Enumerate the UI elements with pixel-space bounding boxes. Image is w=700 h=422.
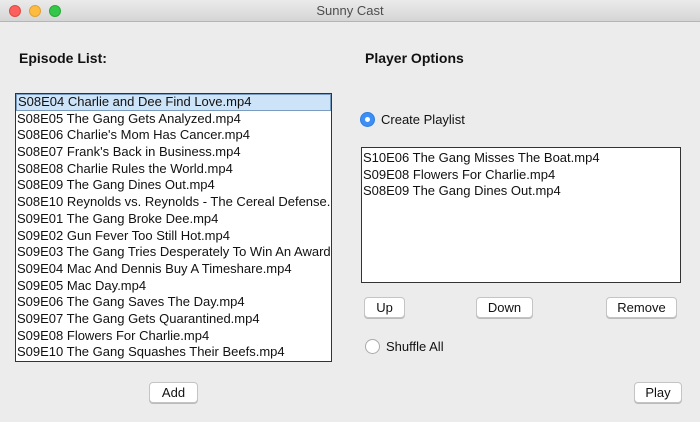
list-item[interactable]: S10E06 The Gang Misses The Boat.mp4 — [362, 150, 680, 167]
shuffle-all-label: Shuffle All — [386, 339, 444, 354]
list-item[interactable]: S09E04 Mac And Dennis Buy A Timeshare.mp… — [16, 261, 331, 278]
list-item[interactable]: S09E02 Gun Fever Too Still Hot.mp4 — [16, 228, 331, 245]
list-item[interactable]: S09E08 Flowers For Charlie.mp4 — [362, 167, 680, 184]
list-item[interactable]: S09E08 Flowers For Charlie.mp4 — [16, 328, 331, 345]
up-button[interactable]: Up — [364, 297, 405, 318]
down-button[interactable]: Down — [476, 297, 533, 318]
list-item[interactable]: S09E03 The Gang Tries Desperately To Win… — [16, 244, 331, 261]
add-button[interactable]: Add — [149, 382, 198, 403]
create-playlist-radio[interactable]: Create Playlist — [360, 112, 465, 127]
list-item[interactable]: S08E04 Charlie and Dee Find Love.mp4 — [16, 94, 331, 111]
radio-selected-icon — [360, 112, 375, 127]
title-bar: Sunny Cast — [0, 0, 700, 22]
list-item[interactable]: S08E09 The Gang Dines Out.mp4 — [362, 183, 680, 200]
zoom-button[interactable] — [49, 5, 61, 17]
list-item[interactable]: S08E08 Charlie Rules the World.mp4 — [16, 161, 331, 178]
list-item[interactable]: S09E07 The Gang Gets Quarantined.mp4 — [16, 311, 331, 328]
list-item[interactable]: S09E10 The Gang Squashes Their Beefs.mp4 — [16, 344, 331, 361]
close-button[interactable] — [9, 5, 21, 17]
shuffle-all-radio[interactable]: Shuffle All — [365, 339, 444, 354]
minimize-button[interactable] — [29, 5, 41, 17]
list-item[interactable]: S08E05 The Gang Gets Analyzed.mp4 — [16, 111, 331, 128]
list-item[interactable]: S09E05 Mac Day.mp4 — [16, 278, 331, 295]
list-item[interactable]: S09E06 The Gang Saves The Day.mp4 — [16, 294, 331, 311]
list-item[interactable]: S08E10 Reynolds vs. Reynolds - The Cerea… — [16, 194, 331, 211]
radio-unselected-icon — [365, 339, 380, 354]
player-options-heading: Player Options — [365, 50, 464, 66]
play-button[interactable]: Play — [634, 382, 682, 403]
list-item[interactable]: S08E09 The Gang Dines Out.mp4 — [16, 177, 331, 194]
playlist-list[interactable]: S10E06 The Gang Misses The Boat.mp4 S09E0… — [361, 147, 681, 283]
list-item[interactable]: S08E06 Charlie's Mom Has Cancer.mp4 — [16, 127, 331, 144]
window-title: Sunny Cast — [316, 3, 384, 18]
list-item[interactable]: S08E07 Frank's Back in Business.mp4 — [16, 144, 331, 161]
episode-list-heading: Episode List: — [19, 50, 107, 66]
episode-list[interactable]: S08E04 Charlie and Dee Find Love.mp4 S08E… — [15, 93, 332, 362]
create-playlist-label: Create Playlist — [381, 112, 465, 127]
remove-button[interactable]: Remove — [606, 297, 677, 318]
list-item[interactable]: S09E01 The Gang Broke Dee.mp4 — [16, 211, 331, 228]
